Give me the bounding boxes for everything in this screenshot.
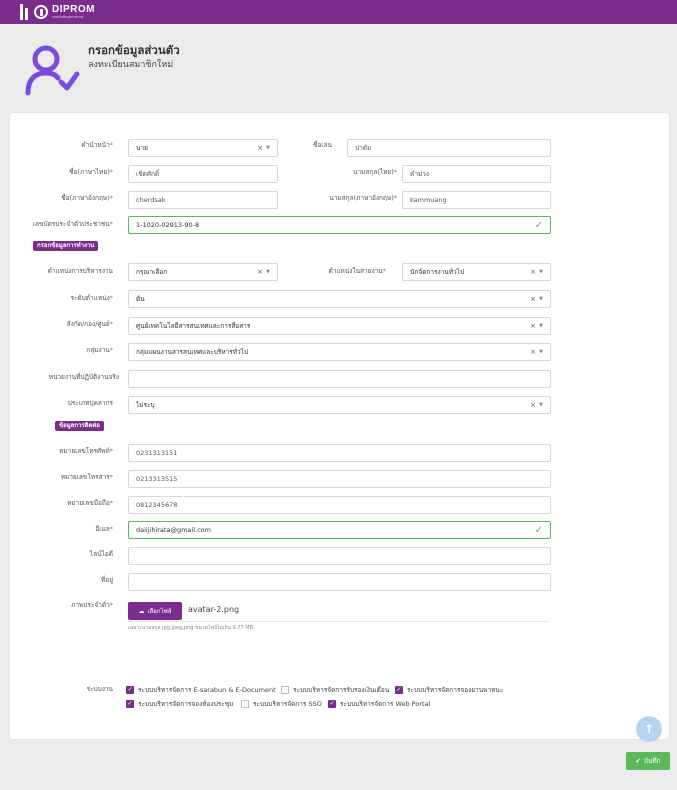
- chevron-down-icon: ▼: [266, 145, 270, 151]
- firstname-th-input[interactable]: เชิดศักดิ์: [128, 165, 278, 183]
- selected-filename: avatar-2.png: [188, 605, 240, 614]
- system-checkbox-sso[interactable]: ระบบบริหารจัดการ SSO: [241, 699, 322, 709]
- prefix-label: คำนำหน้า*: [81, 141, 113, 149]
- division-select[interactable]: ศูนย์เทคโนโลยีสารสนเทศและการสื่อสาร × ▼: [128, 317, 551, 335]
- user-check-icon: [25, 45, 80, 96]
- logo-mark-icon: [18, 2, 40, 22]
- check-icon: ✔: [635, 757, 641, 765]
- lastname-th-label: นามสกุล(ไทย)*: [353, 168, 397, 176]
- mobile-input[interactable]: 0812345678: [128, 496, 551, 514]
- firstname-en-label: ชื่อ(ภาษาอังกฤษ)*: [61, 194, 113, 202]
- choose-file-button[interactable]: ☁ เลือกไฟล์: [128, 602, 182, 620]
- email-label: อีเมล*: [95, 525, 113, 533]
- group-label: กลุ่มงาน*: [86, 346, 113, 354]
- personnel-type-select[interactable]: ไม่ระบุ × ▼: [128, 396, 551, 414]
- admin-position-select[interactable]: กรุณาเลือก × ▼: [128, 263, 278, 281]
- system-checkbox-meeting-room[interactable]: ✓ ระบบบริหารจัดการจองห้องประชุม: [126, 699, 233, 709]
- checked-icon: ✓: [126, 700, 134, 708]
- phone-label: หมายเลขโทรศัพท์*: [59, 447, 113, 455]
- check-icon: ✓: [534, 524, 543, 536]
- actual-unit-input[interactable]: [128, 370, 551, 388]
- chevron-down-icon: ▼: [539, 402, 543, 408]
- page-subtitle: ลงทะเบียนสมาชิกใหม่: [88, 60, 174, 70]
- citizen-id-input[interactable]: 1-1020-02913-90-8 ✓: [128, 216, 551, 234]
- prefix-select[interactable]: นาย × ▼: [128, 139, 278, 157]
- admin-position-label: ตำแหน่งการบริหารงาน: [47, 267, 113, 275]
- chevron-down-icon: ▼: [539, 296, 543, 302]
- chevron-down-icon: ▼: [539, 349, 543, 355]
- brand-name: DIPROM: [52, 4, 95, 15]
- work-section-badge: กรอกข้อมูลการทำงาน: [33, 241, 99, 251]
- checked-icon: ✓: [328, 700, 336, 708]
- clear-icon[interactable]: ×: [257, 144, 263, 152]
- line-id-label: ไลน์ไอดี: [89, 550, 113, 558]
- system-checkbox-vehicle[interactable]: ✓ ระบบบริหารจัดการจองยานพาหนะ: [395, 685, 503, 695]
- division-label: สังกัด/กอง/ศูนย์*: [66, 320, 113, 328]
- unchecked-box-icon: [241, 700, 249, 708]
- clear-icon[interactable]: ×: [530, 295, 536, 303]
- level-select[interactable]: ต้น × ▼: [128, 290, 551, 308]
- level-label: ระดับตำแหน่ง*: [70, 294, 113, 302]
- actual-unit-label: หน่วยงานที่ปฏิบัติงานจริง: [48, 373, 119, 381]
- email-input[interactable]: daiijihirata@gmail.com ✓: [128, 521, 551, 539]
- firstname-th-label: ชื่อ(ภาษาไทย)*: [69, 168, 113, 176]
- top-navbar: DIPROM กรมส่งเสริมอุตสาหกรรม: [0, 0, 677, 24]
- address-label: ที่อยู่: [101, 576, 113, 584]
- diprom-logo[interactable]: DIPROM กรมส่งเสริมอุตสาหกรรม: [18, 2, 95, 22]
- contact-section-badge: ข้อมูลการติดต่อ: [55, 421, 104, 431]
- firstname-en-input[interactable]: cherdsak: [128, 191, 278, 209]
- system-checkbox-salary[interactable]: ระบบบริหารจัดการรับรองเงินเดือน: [281, 685, 389, 695]
- clear-icon[interactable]: ×: [530, 322, 536, 330]
- mobile-label: หมายเลขมือถือ*: [67, 499, 113, 507]
- clear-icon[interactable]: ×: [530, 348, 536, 356]
- registration-form-card: คำนำหน้า* นาย × ▼ ชื่อเล่น ปาดัม ชื่อ(ภาษ…: [10, 113, 669, 739]
- unchecked-box-icon: [281, 686, 289, 694]
- upload-hint: เฉพาะนามสกุล jpg,jpeg,png ขนาดไฟล์ไม่เกิ…: [128, 625, 255, 631]
- group-select[interactable]: กลุ่มแผนงานสารสนเทศและบริหารทั่วไป × ▼: [128, 343, 551, 361]
- chevron-down-icon: ▼: [539, 269, 543, 275]
- personnel-type-label: ประเภทบุคลากร: [67, 399, 113, 407]
- save-button[interactable]: ✔ บันทึก: [626, 752, 670, 770]
- clear-icon[interactable]: ×: [530, 401, 536, 409]
- clear-icon[interactable]: ×: [257, 268, 263, 276]
- nickname-label: ชื่อเล่น: [313, 141, 332, 149]
- systems-label: ระบบงาน: [86, 685, 113, 693]
- brand-tagline: กรมส่งเสริมอุตสาหกรรม: [52, 15, 84, 19]
- arrow-up-icon: ↑: [643, 722, 655, 736]
- lastname-en-input[interactable]: kammuang: [402, 191, 551, 209]
- address-input[interactable]: [128, 573, 551, 591]
- lastname-en-label: นามสกุล(ภาษาอังกฤษ)*: [329, 194, 397, 202]
- chevron-down-icon: ▼: [539, 323, 543, 329]
- line-position-select[interactable]: นักจัดการงานทั่วไป × ▼: [402, 263, 551, 281]
- system-checkbox-esarabun[interactable]: ✓ ระบบบริหารจัดการ E-sarabun & E-Document: [126, 685, 276, 695]
- line-id-input[interactable]: [128, 547, 551, 565]
- line-position-label: ตำแหน่งในสายงาน*: [328, 267, 386, 275]
- check-icon: ✓: [534, 219, 543, 231]
- lastname-th-input[interactable]: คำม่วง: [402, 165, 551, 183]
- fax-input[interactable]: 0213313515: [128, 470, 551, 488]
- system-checkbox-web-portal[interactable]: ✓ ระบบบริหารจัดการ Web Portal: [328, 699, 430, 709]
- fax-label: หมายเลขโทรสาร*: [60, 473, 113, 481]
- photo-label: ภาพประจำตัว*: [71, 601, 113, 609]
- cloud-upload-icon: ☁: [138, 607, 145, 615]
- phone-input[interactable]: 0231313151: [128, 444, 551, 462]
- clear-icon[interactable]: ×: [530, 268, 536, 276]
- citizen-id-label: เลขบัตรประจำตัวประชาชน*: [32, 220, 113, 228]
- scroll-to-top-button[interactable]: ↑: [636, 716, 662, 742]
- upload-divider: [128, 621, 549, 622]
- checked-icon: ✓: [395, 686, 403, 694]
- nickname-input[interactable]: ปาดัม: [347, 139, 551, 157]
- chevron-down-icon: ▼: [266, 269, 270, 275]
- checked-icon: ✓: [126, 686, 134, 694]
